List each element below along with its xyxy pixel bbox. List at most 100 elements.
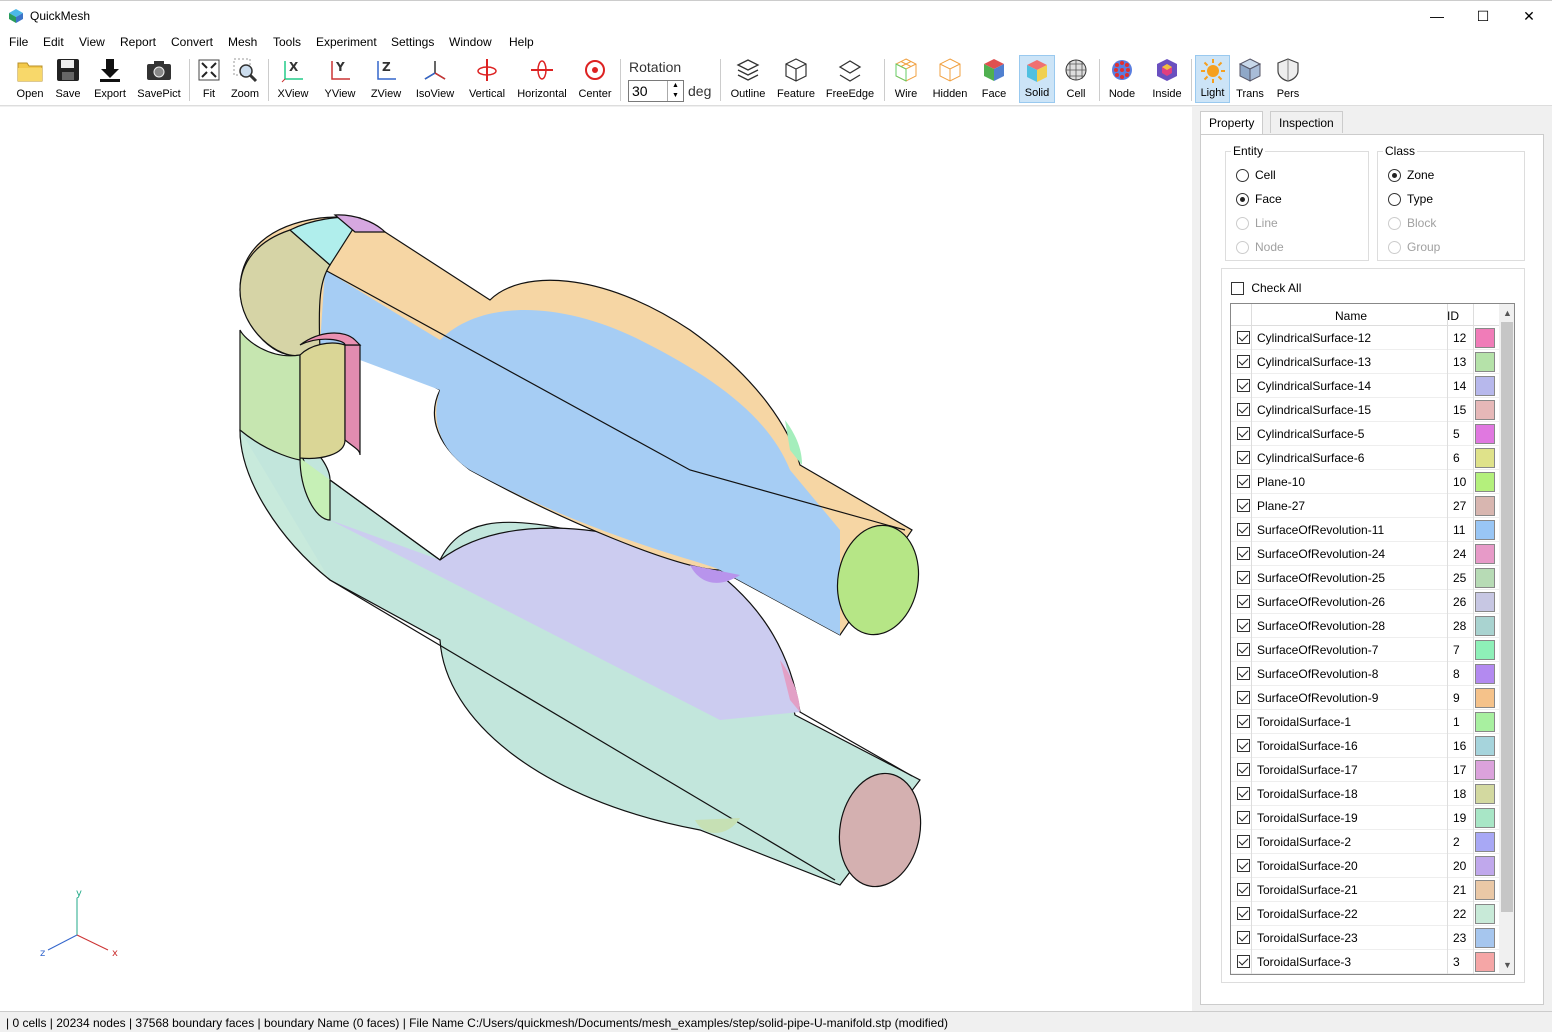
- row-color-swatch[interactable]: [1475, 856, 1495, 876]
- scroll-up-icon[interactable]: ▲: [1503, 308, 1512, 318]
- feature-button[interactable]: Feature: [774, 55, 818, 103]
- center-button[interactable]: Center: [576, 55, 614, 103]
- spin-down-icon[interactable]: ▼: [672, 92, 679, 99]
- row-checkbox[interactable]: [1237, 403, 1250, 416]
- row-color-swatch[interactable]: [1475, 496, 1495, 516]
- row-checkbox[interactable]: [1237, 547, 1250, 560]
- menu-view[interactable]: View: [79, 35, 105, 49]
- hidden-button[interactable]: Hidden: [928, 55, 972, 103]
- tab-property[interactable]: Property: [1200, 111, 1264, 135]
- row-color-swatch[interactable]: [1475, 568, 1495, 588]
- row-checkbox[interactable]: [1237, 595, 1250, 608]
- outline-button[interactable]: Outline: [726, 55, 770, 103]
- row-color-swatch[interactable]: [1475, 712, 1495, 732]
- row-checkbox[interactable]: [1237, 859, 1250, 872]
- zoom-button[interactable]: Zoom: [228, 55, 262, 103]
- freeedge-button[interactable]: FreeEdge: [822, 55, 878, 103]
- row-color-swatch[interactable]: [1475, 544, 1495, 564]
- row-checkbox[interactable]: [1237, 739, 1250, 752]
- row-checkbox[interactable]: [1237, 787, 1250, 800]
- row-color-swatch[interactable]: [1475, 472, 1495, 492]
- row-color-swatch[interactable]: [1475, 904, 1495, 924]
- row-color-swatch[interactable]: [1475, 448, 1495, 468]
- menu-experiment[interactable]: Experiment: [316, 35, 377, 49]
- node-button[interactable]: Node: [1104, 55, 1140, 103]
- list-item[interactable]: ToroidalSurface-1 1: [1231, 710, 1499, 734]
- row-checkbox[interactable]: [1237, 883, 1250, 896]
- row-checkbox[interactable]: [1237, 379, 1250, 392]
- row-checkbox[interactable]: [1237, 931, 1250, 944]
- cell-button[interactable]: Cell: [1060, 55, 1092, 103]
- menu-report[interactable]: Report: [120, 35, 156, 49]
- list-item[interactable]: SurfaceOfRevolution-11 11: [1231, 518, 1499, 542]
- fit-button[interactable]: Fit: [194, 55, 224, 103]
- xview-button[interactable]: X XView: [274, 55, 312, 103]
- mesh-render[interactable]: y x z: [0, 107, 1192, 1011]
- row-color-swatch[interactable]: [1475, 808, 1495, 828]
- list-item[interactable]: ToroidalSurface-16 16: [1231, 734, 1499, 758]
- isoview-button[interactable]: IsoView: [412, 55, 458, 103]
- light-button[interactable]: Light: [1195, 55, 1230, 103]
- row-checkbox[interactable]: [1237, 475, 1250, 488]
- entity-radio-cell[interactable]: Cell: [1236, 168, 1276, 182]
- row-checkbox[interactable]: [1237, 955, 1250, 968]
- row-checkbox[interactable]: [1237, 427, 1250, 440]
- yview-button[interactable]: Y YView: [320, 55, 360, 103]
- row-color-swatch[interactable]: [1475, 928, 1495, 948]
- close-button[interactable]: ✕: [1506, 1, 1552, 31]
- wire-button[interactable]: Wire: [888, 55, 924, 103]
- list-item[interactable]: ToroidalSurface-3 3: [1231, 950, 1499, 974]
- inside-button[interactable]: Inside: [1148, 55, 1186, 103]
- class-radio-zone[interactable]: Zone: [1388, 168, 1434, 182]
- list-item[interactable]: ToroidalSurface-22 22: [1231, 902, 1499, 926]
- list-item[interactable]: SurfaceOfRevolution-26 26: [1231, 590, 1499, 614]
- row-checkbox[interactable]: [1237, 715, 1250, 728]
- list-item[interactable]: ToroidalSurface-19 19: [1231, 806, 1499, 830]
- entity-radio-face[interactable]: Face: [1236, 192, 1282, 206]
- scroll-down-icon[interactable]: ▼: [1503, 960, 1512, 970]
- list-item[interactable]: ToroidalSurface-21 21: [1231, 878, 1499, 902]
- row-checkbox[interactable]: [1237, 499, 1250, 512]
- list-item[interactable]: SurfaceOfRevolution-9 9: [1231, 686, 1499, 710]
- row-color-swatch[interactable]: [1475, 952, 1495, 972]
- row-color-swatch[interactable]: [1475, 520, 1495, 540]
- rotation-spinner[interactable]: ▲ ▼: [667, 81, 683, 101]
- row-color-swatch[interactable]: [1475, 832, 1495, 852]
- list-item[interactable]: CylindricalSurface-12 12: [1231, 326, 1499, 350]
- row-color-swatch[interactable]: [1475, 400, 1495, 420]
- row-color-swatch[interactable]: [1475, 688, 1495, 708]
- row-checkbox[interactable]: [1237, 667, 1250, 680]
- zone-list[interactable]: Name ID CylindricalSurface-12 12 Cylindric…: [1230, 303, 1515, 975]
- row-checkbox[interactable]: [1237, 355, 1250, 368]
- zview-button[interactable]: Z ZView: [366, 55, 406, 103]
- class-radio-type[interactable]: Type: [1388, 192, 1433, 206]
- pers-button[interactable]: Pers: [1272, 55, 1304, 103]
- row-checkbox[interactable]: [1237, 907, 1250, 920]
- spin-up-icon[interactable]: ▲: [672, 82, 679, 89]
- list-item[interactable]: CylindricalSurface-6 6: [1231, 446, 1499, 470]
- list-item[interactable]: CylindricalSurface-13 13: [1231, 350, 1499, 374]
- trans-button[interactable]: Trans: [1233, 55, 1267, 103]
- menu-help[interactable]: Help: [509, 35, 534, 49]
- list-scrollbar[interactable]: ▲ ▼: [1499, 304, 1514, 974]
- row-checkbox[interactable]: [1237, 643, 1250, 656]
- column-header-id[interactable]: ID: [1447, 309, 1459, 323]
- list-item[interactable]: Plane-27 27: [1231, 494, 1499, 518]
- list-item[interactable]: CylindricalSurface-15 15: [1231, 398, 1499, 422]
- column-header-name[interactable]: Name: [1335, 309, 1367, 323]
- tab-inspection[interactable]: Inspection: [1270, 111, 1343, 133]
- list-item[interactable]: Plane-10 10: [1231, 470, 1499, 494]
- maximize-button[interactable]: ☐: [1460, 1, 1506, 31]
- row-checkbox[interactable]: [1237, 763, 1250, 776]
- row-color-swatch[interactable]: [1475, 880, 1495, 900]
- menu-edit[interactable]: Edit: [43, 35, 64, 49]
- row-color-swatch[interactable]: [1475, 664, 1495, 684]
- row-color-swatch[interactable]: [1475, 376, 1495, 396]
- save-button[interactable]: Save: [50, 55, 86, 103]
- list-item[interactable]: ToroidalSurface-18 18: [1231, 782, 1499, 806]
- row-color-swatch[interactable]: [1475, 784, 1495, 804]
- menu-window[interactable]: Window: [449, 35, 492, 49]
- row-color-swatch[interactable]: [1475, 640, 1495, 660]
- check-all-box[interactable]: [1231, 282, 1244, 295]
- list-item[interactable]: SurfaceOfRevolution-8 8: [1231, 662, 1499, 686]
